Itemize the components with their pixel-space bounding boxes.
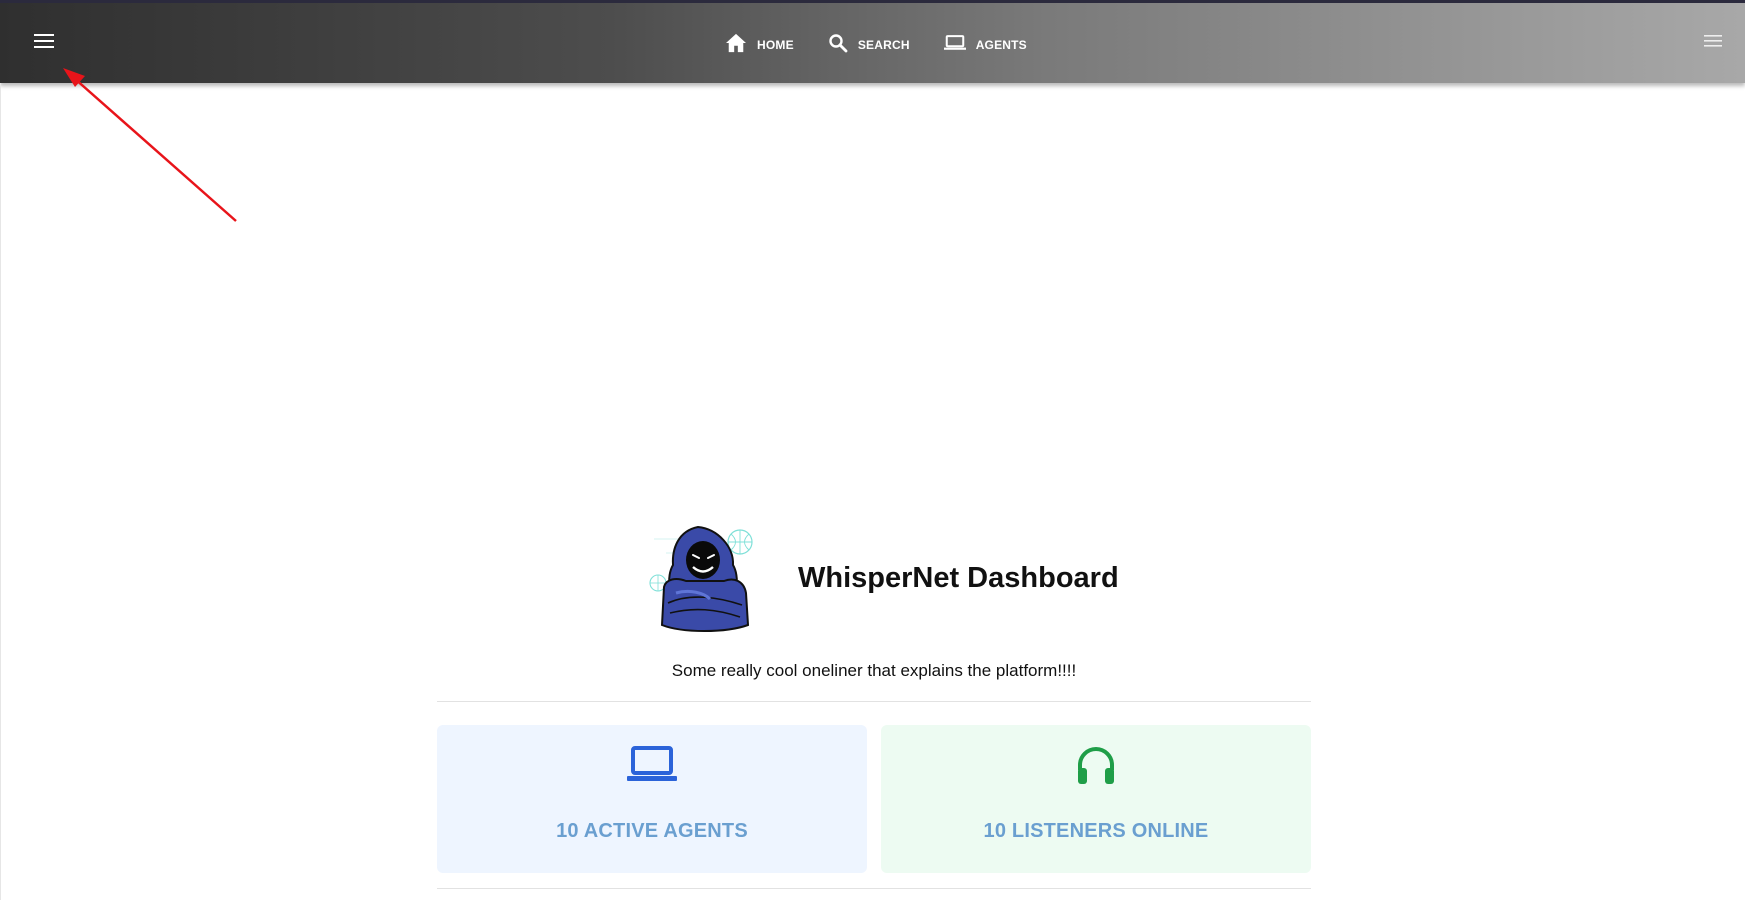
listeners-online-label: 10 LISTENERS ONLINE: [983, 820, 1209, 842]
hooded-hacker-logo: [646, 523, 758, 635]
search-icon: [828, 33, 858, 58]
laptop-icon: [943, 34, 976, 57]
active-agents-label: 10 ACTIVE AGENTS: [556, 820, 748, 842]
page-tagline: Some really cool oneliner that explains …: [671, 661, 1077, 680]
home-icon: [725, 33, 757, 58]
nav-agents[interactable]: AGENTS: [943, 34, 1027, 57]
nav-agents-label: AGENTS: [975, 38, 1027, 52]
nav-home[interactable]: HOME: [725, 33, 794, 58]
nav-home-label: HOME: [757, 38, 794, 52]
nav-search[interactable]: SEARCH: [828, 33, 910, 58]
menu-icon: [1704, 34, 1722, 53]
annotation-arrow: [63, 68, 237, 222]
headphones-icon: [1075, 745, 1117, 792]
divider: [437, 888, 1311, 889]
active-agents-card[interactable]: 10 ACTIVE AGENTS: [437, 725, 867, 873]
left-menu-button[interactable]: [24, 23, 64, 63]
menu-icon: [34, 33, 54, 54]
listeners-online-card[interactable]: 10 LISTENERS ONLINE: [881, 725, 1311, 873]
divider: [437, 701, 1311, 702]
right-menu-button[interactable]: [1693, 23, 1733, 63]
laptop-icon: [627, 745, 677, 788]
main-nav: HOME SEARCH AGENTS: [725, 25, 1061, 65]
nav-search-label: SEARCH: [857, 38, 910, 52]
page-left-border: [0, 83, 1, 900]
page-title: WhisperNet Dashboard: [798, 562, 1119, 594]
top-app-bar: HOME SEARCH AGENTS: [0, 0, 1745, 83]
